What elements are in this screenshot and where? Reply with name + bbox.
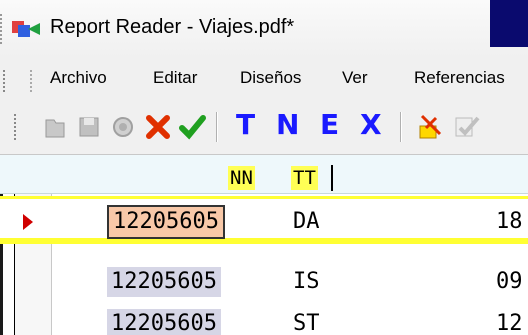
- cell-id[interactable]: 12205605: [107, 309, 221, 335]
- data-grid: NN TT 12205605 DA 18 12205605 IS 09 1220…: [0, 155, 528, 335]
- n-button[interactable]: N: [276, 108, 299, 142]
- toolbar-separator: [400, 112, 402, 142]
- cell-code[interactable]: IS: [293, 267, 320, 297]
- column-header-nn[interactable]: NN: [228, 166, 255, 190]
- title-grip: [0, 14, 6, 44]
- cell-id[interactable]: 12205605: [107, 205, 225, 239]
- menu-editar[interactable]: Editar: [153, 68, 197, 88]
- table-row[interactable]: 12205605 ST 12: [0, 303, 528, 335]
- menu-grip: [3, 70, 7, 92]
- cell-value[interactable]: 09: [496, 267, 523, 297]
- cell-value[interactable]: 18: [496, 207, 523, 237]
- text-cursor: [331, 165, 333, 191]
- check-icon[interactable]: [452, 112, 482, 142]
- column-header-tt[interactable]: TT: [291, 166, 318, 190]
- save-icon[interactable]: [74, 112, 104, 142]
- record-icon[interactable]: [108, 112, 138, 142]
- cell-value[interactable]: 12: [496, 309, 523, 335]
- edit-icon[interactable]: [416, 112, 446, 142]
- e-button[interactable]: E: [320, 108, 339, 142]
- table-row[interactable]: 12205605 IS 09: [0, 261, 528, 309]
- menu-grip: [30, 70, 34, 92]
- window-title: Report Reader - Viajes.pdf*: [50, 16, 295, 38]
- toolbar: T N E X: [0, 100, 528, 155]
- t-button[interactable]: T: [236, 108, 255, 142]
- app-icon: [12, 21, 40, 37]
- toolbar-grip: [14, 114, 18, 140]
- cell-id[interactable]: 12205605: [107, 267, 221, 297]
- title-bar[interactable]: Report Reader - Viajes.pdf*: [0, 0, 528, 58]
- table-row[interactable]: 12205605 DA 18: [0, 196, 528, 244]
- cell-code[interactable]: ST: [293, 309, 320, 335]
- x-button[interactable]: X: [360, 108, 382, 142]
- menu-referencias[interactable]: Referencias: [414, 68, 505, 88]
- menu-ver[interactable]: Ver: [342, 68, 368, 88]
- menu-disenos[interactable]: Diseños: [240, 68, 301, 88]
- report-reader-window: Report Reader - Viajes.pdf* Archivo Edit…: [0, 0, 528, 335]
- open-icon[interactable]: [40, 112, 70, 142]
- cell-code[interactable]: DA: [293, 207, 320, 237]
- window-control[interactable]: [490, 0, 528, 47]
- delete-x-icon[interactable]: [143, 112, 173, 142]
- checkmark-icon[interactable]: [177, 112, 207, 142]
- toolbar-separator: [216, 112, 218, 142]
- grid-header-row: NN TT: [0, 155, 528, 194]
- current-row-marker-icon: [23, 214, 33, 230]
- menu-bar: Archivo Editar Diseños Ver Referencias: [0, 58, 528, 100]
- menu-archivo[interactable]: Archivo: [50, 68, 107, 88]
